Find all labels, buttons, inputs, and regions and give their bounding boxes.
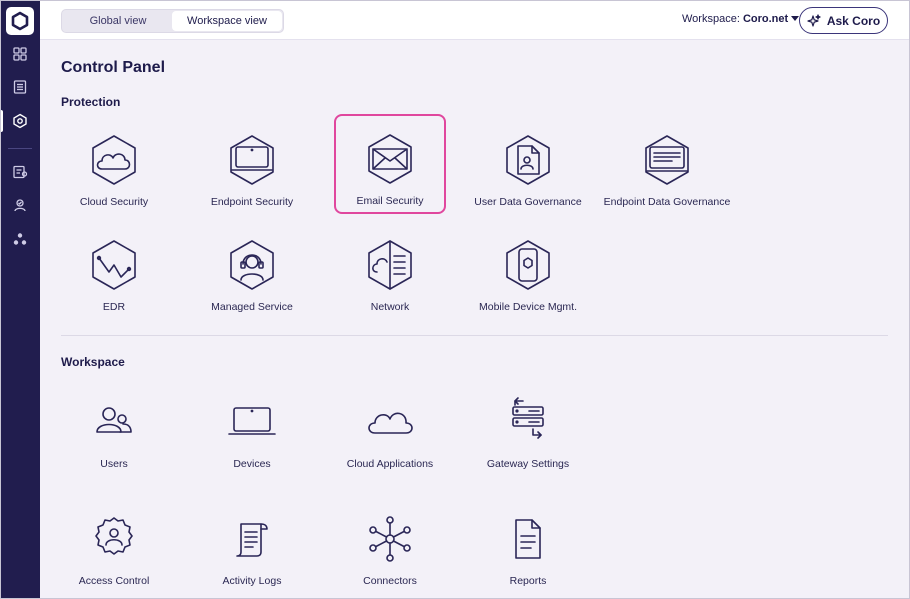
tile-label: Reports — [509, 575, 547, 587]
tile-label: User Data Governance — [474, 196, 582, 208]
tile-label: Endpoint Data Governance — [603, 196, 731, 208]
tile-label: Activity Logs — [222, 575, 282, 587]
tile-email-security[interactable]: Email Security — [334, 114, 446, 214]
workspace-label: Workspace: — [682, 13, 740, 25]
sidebar-active-indicator — [0, 110, 3, 132]
section-divider — [61, 335, 888, 336]
users-icon — [96, 407, 132, 433]
tile-devices[interactable]: Devices — [196, 377, 308, 477]
chevron-down-icon — [791, 16, 800, 21]
workspace-selector[interactable]: Workspace: Coro.net — [682, 13, 800, 25]
cloud-icon — [368, 412, 413, 434]
managed-service-icon — [230, 240, 274, 290]
coro-logo-icon[interactable] — [6, 7, 34, 35]
tile-user-data-governance[interactable]: User Data Governance — [472, 115, 584, 215]
sidebar — [0, 0, 40, 599]
connectors-hub-icon — [369, 516, 411, 562]
edr-icon — [92, 240, 136, 290]
sidebar-divider — [8, 148, 32, 149]
endpoint-data-governance-icon — [645, 135, 689, 185]
mobile-device-icon — [506, 240, 550, 290]
workspace-view-button[interactable]: Workspace view — [172, 11, 282, 31]
tile-cloud-security[interactable]: Cloud Security — [58, 115, 170, 215]
email-security-icon — [368, 134, 412, 184]
tile-reports[interactable]: Reports — [472, 494, 584, 594]
user-shield-icon[interactable] — [10, 195, 30, 215]
workspace-section-title: Workspace — [61, 355, 125, 369]
page-title: Control Panel — [61, 59, 166, 76]
tile-connectors[interactable]: Connectors — [334, 494, 446, 594]
protection-section-title: Protection — [61, 95, 121, 109]
tile-users[interactable]: Users — [58, 377, 170, 477]
tile-label: Mobile Device Mgmt. — [478, 301, 578, 313]
control-panel-icon[interactable] — [10, 111, 30, 131]
tile-gateway-settings[interactable]: Gateway Settings — [472, 377, 584, 477]
tile-cloud-applications[interactable]: Cloud Applications — [334, 377, 446, 477]
sparkle-icon — [807, 13, 821, 27]
tile-network[interactable]: Network — [334, 220, 446, 320]
tile-label: EDR — [102, 301, 126, 313]
main-content: Control Panel Protection Cloud Security … — [40, 41, 910, 599]
gateway-icon — [512, 397, 544, 439]
tile-access-control[interactable]: Access Control — [58, 494, 170, 594]
tile-label: Devices — [233, 458, 271, 470]
cloud-security-icon — [92, 135, 136, 185]
endpoint-security-icon — [230, 135, 274, 185]
access-control-icon — [95, 517, 133, 555]
connectors-icon[interactable] — [10, 229, 30, 249]
tile-edr[interactable]: EDR — [58, 220, 170, 320]
dashboard-grid-icon[interactable] — [10, 44, 30, 64]
ask-coro-label: Ask Coro — [826, 13, 881, 28]
tile-label: Managed Service — [211, 301, 293, 313]
ask-coro-button[interactable]: Ask Coro — [799, 7, 888, 34]
tile-label: Gateway Settings — [486, 458, 570, 470]
tile-endpoint-data-governance[interactable]: Endpoint Data Governance — [602, 115, 732, 215]
tile-label: Email Security — [356, 195, 424, 207]
tile-endpoint-security[interactable]: Endpoint Security — [196, 115, 308, 215]
tile-label: Users — [100, 458, 128, 470]
activity-logs-icon — [236, 523, 268, 557]
top-bar: Global view Workspace view Workspace: Co… — [40, 0, 910, 40]
tile-label: Network — [370, 301, 410, 313]
tile-managed-service[interactable]: Managed Service — [196, 220, 308, 320]
user-data-governance-icon — [506, 135, 550, 185]
view-toggle: Global view Workspace view — [61, 9, 284, 33]
network-icon — [368, 240, 412, 290]
tile-activity-logs[interactable]: Activity Logs — [196, 494, 308, 594]
tile-mobile-device-mgmt[interactable]: Mobile Device Mgmt. — [472, 220, 584, 320]
list-icon[interactable] — [10, 77, 30, 97]
global-view-button[interactable]: Global view — [64, 11, 172, 31]
tile-label: Connectors — [363, 575, 417, 587]
tile-label: Access Control — [78, 575, 150, 587]
laptop-icon — [228, 407, 276, 435]
tickets-icon[interactable] — [10, 162, 30, 182]
workspace-value: Coro.net — [742, 13, 789, 25]
tile-label: Cloud Applications — [346, 458, 434, 470]
tile-label: Endpoint Security — [210, 196, 294, 208]
tile-label: Cloud Security — [79, 196, 149, 208]
reports-icon — [515, 519, 541, 559]
